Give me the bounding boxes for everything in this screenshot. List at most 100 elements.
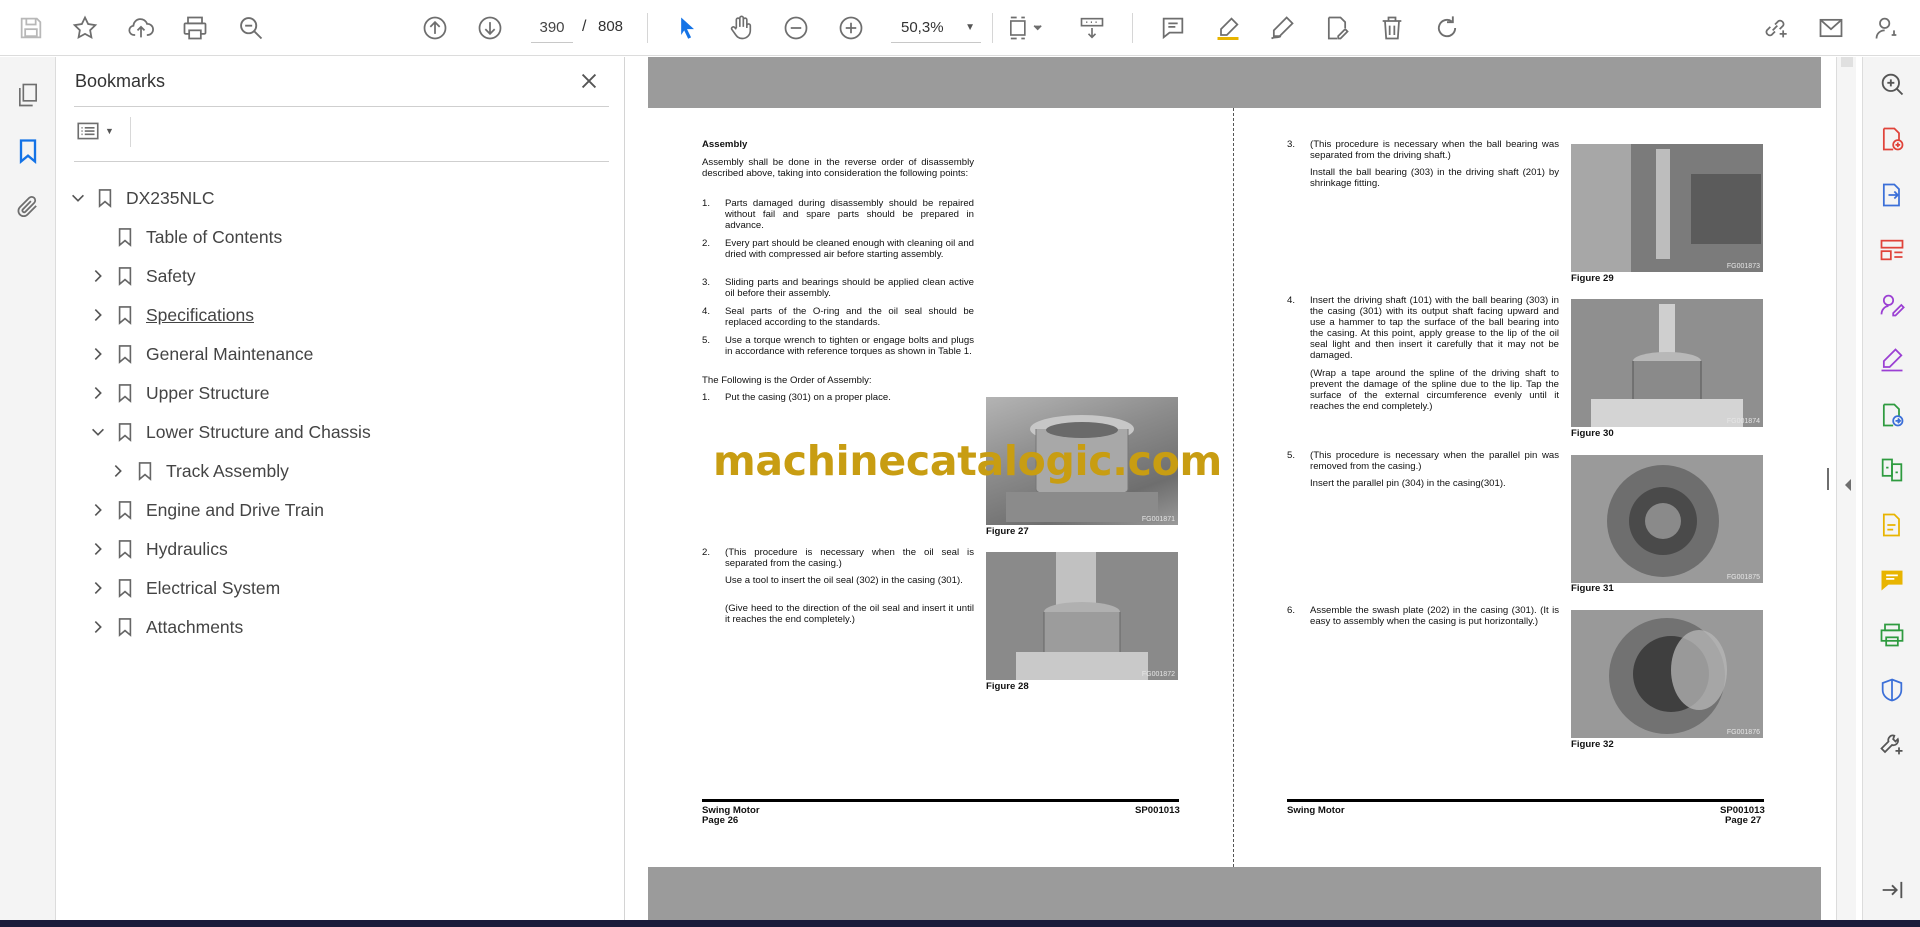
footer-page-number: Page 26 [702, 815, 739, 826]
draw-icon[interactable] [1265, 11, 1299, 45]
print-icon[interactable] [178, 11, 212, 45]
assembly-intro: Assembly shall be done in the reverse or… [702, 157, 974, 179]
rotate-icon[interactable] [1430, 11, 1464, 45]
chevron-right-icon[interactable] [88, 344, 108, 364]
bookmark-label: DX235NLC [126, 187, 215, 208]
more-tools-icon[interactable] [1877, 730, 1907, 760]
bookmark-item[interactable]: Table of Contents [88, 221, 282, 253]
zoom-out-icon[interactable] [779, 11, 813, 45]
request-signature-icon[interactable] [1877, 345, 1907, 375]
bookmark-item[interactable]: Engine and Drive Train [88, 494, 324, 526]
footer-rule [1287, 799, 1764, 802]
bookmark-icon [114, 382, 136, 404]
figure-31-photo: FG001875 [1571, 455, 1763, 583]
bookmark-item[interactable]: General Maintenance [88, 338, 313, 370]
bookmark-item[interactable]: Attachments [88, 611, 243, 643]
chevron-right-icon[interactable] [88, 266, 108, 286]
star-icon[interactable] [68, 11, 102, 45]
bookmark-item[interactable]: Lower Structure and Chassis [88, 416, 371, 448]
bookmark-icon [114, 577, 136, 599]
account-icon[interactable] [1870, 11, 1904, 45]
chevron-down-icon[interactable] [88, 422, 108, 442]
chevron-right-icon[interactable] [108, 461, 128, 481]
splitter-handle[interactable] [1827, 468, 1829, 490]
send-file-icon[interactable] [1877, 400, 1907, 430]
hand-tool-icon[interactable] [724, 11, 758, 45]
bookmark-label: Engine and Drive Train [146, 499, 325, 520]
bookmark-item[interactable]: Specifications [88, 299, 254, 331]
search-zoom-icon[interactable] [1877, 69, 1907, 99]
bookmark-label: General Maintenance [146, 343, 314, 364]
chevron-right-icon[interactable] [88, 500, 108, 520]
figure-caption: Figure 32 [1571, 739, 1614, 750]
chevron-right-icon[interactable] [88, 305, 108, 325]
panel-title: Bookmarks [75, 71, 166, 91]
chevron-right-icon[interactable] [88, 617, 108, 637]
chevron-down-icon: ▼ [105, 126, 114, 136]
attachment-icon[interactable] [10, 189, 46, 225]
edit-pdf-icon[interactable] [1877, 510, 1907, 540]
bookmark-panel-icon[interactable] [10, 133, 46, 169]
bookmark-item[interactable]: Hydraulics [88, 533, 228, 565]
assembly-heading: Assembly [702, 139, 748, 150]
figure-28-photo: FG001872 [986, 552, 1178, 680]
share-link-icon[interactable] [1758, 11, 1792, 45]
expand-panel-icon[interactable] [1877, 875, 1907, 905]
chevron-down-icon[interactable] [68, 188, 88, 208]
zoom-in-icon[interactable] [834, 11, 868, 45]
bookmark-icon [114, 265, 136, 287]
bookmark-icon [134, 460, 156, 482]
figure-code: FG001871 [1141, 516, 1175, 523]
create-pdf-icon[interactable] [1877, 124, 1907, 154]
bookmark-item[interactable]: Electrical System [88, 572, 280, 604]
close-icon[interactable] [575, 67, 603, 95]
bookmark-options-button[interactable]: ▼ [75, 117, 123, 145]
chevron-right-icon[interactable] [88, 539, 108, 559]
figure-32-photo: FG001876 [1571, 610, 1763, 738]
left-navigation-rail [0, 57, 56, 920]
page-fit-icon[interactable] [1003, 11, 1049, 45]
protect-shield-icon[interactable] [1877, 675, 1907, 705]
print-production-icon[interactable] [1877, 620, 1907, 650]
page-number-input[interactable] [531, 13, 573, 43]
bookmark-item[interactable]: Safety [88, 260, 196, 292]
chevron-right-icon[interactable] [88, 578, 108, 598]
export-pdf-icon[interactable] [1877, 180, 1907, 210]
bookmark-icon [94, 187, 116, 209]
zoom-search-icon[interactable] [234, 11, 268, 45]
page-thumbnails-icon[interactable] [10, 77, 46, 113]
delete-icon[interactable] [1375, 11, 1409, 45]
scroll-mode-icon[interactable] [1075, 11, 1109, 45]
bookmark-icon [114, 616, 136, 638]
compare-files-icon[interactable] [1877, 455, 1907, 485]
figure-code: FG001874 [1726, 418, 1760, 425]
comment-icon[interactable] [1156, 11, 1190, 45]
organize-pages-icon[interactable] [1877, 235, 1907, 265]
collapse-tools-arrow-icon[interactable] [1843, 478, 1853, 497]
figure-caption: Figure 31 [1571, 583, 1614, 594]
comment-tool-icon[interactable] [1877, 565, 1907, 595]
figure-caption: Figure 29 [1571, 273, 1614, 284]
bookmark-item[interactable]: Upper Structure [88, 377, 270, 409]
bookmark-item[interactable]: DX235NLC [68, 182, 215, 214]
scrollbar-thumb[interactable] [1841, 57, 1853, 67]
footer-rule [702, 799, 1179, 802]
previous-page-icon[interactable] [418, 11, 452, 45]
zoom-level-dropdown[interactable]: 50,3% ▼ [891, 13, 981, 43]
page-separator: / [582, 18, 587, 35]
select-cursor-icon[interactable] [670, 11, 704, 45]
list-item: 2. Every part should be cleaned enough w… [702, 238, 974, 260]
bookmark-item[interactable]: Track Assembly [108, 455, 289, 487]
bookmark-icon [114, 538, 136, 560]
order-heading: The Following is the Order of Assembly: [702, 375, 872, 386]
save-icon[interactable] [14, 11, 48, 45]
email-icon[interactable] [1814, 11, 1848, 45]
highlight-icon[interactable] [1211, 11, 1245, 45]
cloud-upload-icon[interactable] [124, 11, 158, 45]
chevron-right-icon[interactable] [88, 383, 108, 403]
edit-text-icon[interactable] [1320, 11, 1354, 45]
bookmark-label: Track Assembly [166, 460, 289, 481]
fill-sign-icon[interactable] [1877, 290, 1907, 320]
next-page-icon[interactable] [473, 11, 507, 45]
bookmark-icon [114, 421, 136, 443]
